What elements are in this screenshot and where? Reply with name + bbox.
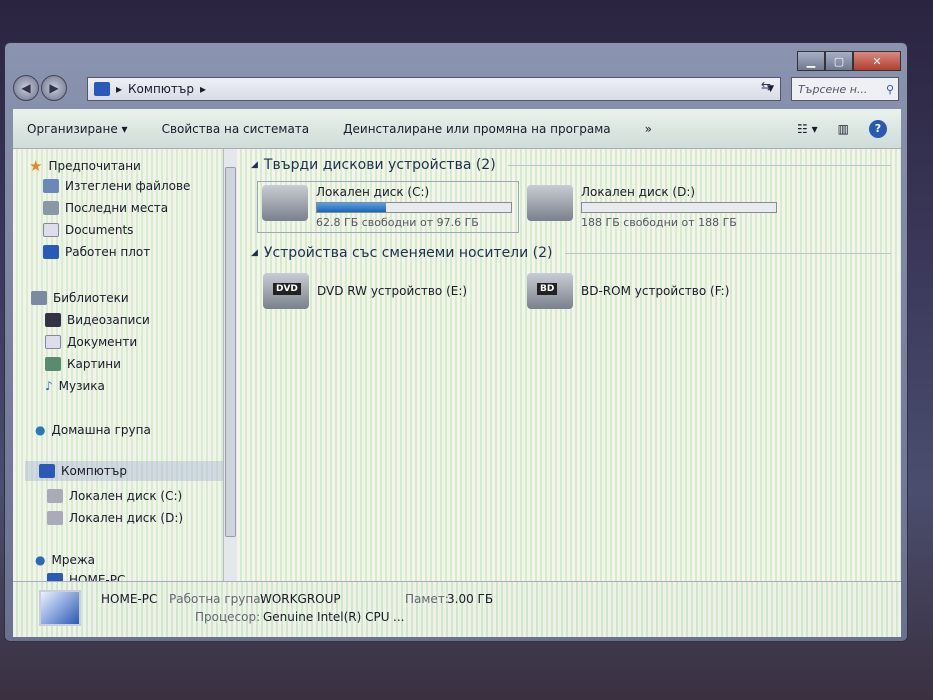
group-title: Твърди дискови устройства (2) [263,157,496,173]
drive-name: BD-ROM устройство (F:) [581,284,730,298]
drive-f[interactable]: BD BD-ROM устройство (F:) [527,273,729,309]
drive-name: Локален диск (C:) [316,185,430,199]
computer-name: HOME-PC [101,592,158,606]
documents-icon [45,335,61,349]
nav-downloads[interactable]: Изтеглени файлове [65,179,190,193]
drive-d[interactable]: Локален диск (D:) 188 ГБ свободни от 188… [527,185,777,229]
document-icon [43,223,59,237]
downloads-icon [43,179,59,193]
usage-bar [316,202,512,213]
pictures-icon [45,357,61,371]
organize-button[interactable]: Организиране ▾ [27,122,128,136]
usage-bar [581,202,777,213]
back-button[interactable]: ◀ [13,75,39,101]
nav-music[interactable]: Музика [59,379,105,393]
minimize-button[interactable]: ▁ [797,51,825,71]
dvd-drive-icon: DVD [263,273,309,309]
maximize-button[interactable]: ▢ [825,51,853,71]
desktop-icon [43,245,59,259]
nav-recent[interactable]: Последни места [65,201,168,215]
address-bar[interactable]: ▸ Компютър ▸ ▼ [87,77,781,101]
search-placeholder: Търсене н... [798,82,868,96]
nav-docs-lib[interactable]: Документи [67,335,137,349]
forward-button[interactable]: ▶ [41,75,67,101]
nav-disk-d[interactable]: Локален диск (D:) [69,511,183,525]
close-button[interactable]: ✕ [853,51,901,71]
more-button[interactable]: » [645,122,652,136]
nav-home-pc[interactable]: HOME-PC [69,573,125,581]
details-pane: HOME-PC Работна група: WORKGROUP Памет: … [13,581,901,637]
bd-drive-icon: BD [527,273,573,309]
videos-icon [45,313,61,327]
recent-places-icon [43,201,59,215]
nav-desktop[interactable]: Работен плот [65,245,150,259]
computer-icon [94,82,110,96]
nav-pictures[interactable]: Картини [67,357,121,371]
network-icon: ● [35,553,46,567]
computer-icon [39,590,81,626]
hard-drive-icon [527,185,573,221]
memory-label: Памет: [405,592,449,606]
window-controls: ▁ ▢ ✕ [797,51,901,71]
drive-icon [47,511,63,525]
pc-icon [47,573,63,581]
group-hard-drives[interactable]: ◢ Твърди дискови устройства (2) [251,157,891,173]
uninstall-program-button[interactable]: Деинсталиране или промяна на програма [343,122,611,136]
nav-libraries[interactable]: Библиотеки [53,291,129,305]
nav-videos[interactable]: Видеозаписи [67,313,150,327]
explorer-window: ▁ ▢ ✕ ◀ ▶ ▸ Компютър ▸ ▼ ⇆ Търсене н... … [4,42,908,642]
homegroup-icon: ● [35,423,46,437]
chevron-right-icon: ▸ [199,82,207,96]
refresh-icon[interactable]: ⇆ [761,79,771,93]
nav-documents[interactable]: Documents [65,223,133,237]
hard-drive-icon [262,185,308,221]
system-properties-button[interactable]: Свойства на системата [162,122,310,136]
cpu-value: Genuine Intel(R) CPU [263,610,390,624]
nav-scrollbar[interactable] [223,149,237,581]
preview-pane-icon[interactable]: ▥ [838,122,849,136]
help-icon[interactable]: ? [869,119,887,138]
workgroup-label: Работна група: [169,592,265,606]
drive-free-space: 62.8 ГБ свободни от 97.6 ГБ [316,216,479,229]
drive-name: DVD RW устройство (E:) [317,284,468,298]
music-icon: ♪ [45,379,53,393]
group-title: Устройства със сменяеми носители (2) [263,245,553,261]
search-icon[interactable]: ⚲ [886,83,894,96]
drive-e[interactable]: DVD DVD RW устройство (E:) [263,273,467,309]
collapse-icon[interactable]: ◢ [251,160,258,170]
star-icon: ★ [29,157,43,175]
search-input[interactable]: Търсене н... ⚲ [791,77,899,101]
workgroup-value: WORKGROUP [260,592,341,606]
breadcrumb-computer[interactable]: Компютър [128,82,194,96]
chevron-right-icon: ▸ [116,82,123,96]
view-options-icon[interactable]: ☷ ▾ [797,122,818,136]
nav-computer[interactable]: Компютър [61,464,127,478]
command-bar: Организиране ▾ Свойства на системата Деи… [13,109,901,149]
computer-icon [39,464,55,478]
memory-value: 3.00 ГБ [447,592,494,606]
drive-icon [47,489,63,503]
nav-favorites[interactable]: Предпочитани [48,159,140,173]
drive-c[interactable]: Локален диск (C:) 62.8 ГБ свободни от 97… [257,181,519,233]
group-removable[interactable]: ◢ Устройства със сменяеми носители (2) [251,245,891,261]
content-pane: ◢ Твърди дискови устройства (2) Локален д… [237,149,901,581]
collapse-icon[interactable]: ◢ [251,248,258,258]
navigation-pane: ★ Предпочитани Изтеглени файлове Последни… [13,149,223,581]
cpu-label: Процесор: [195,610,261,624]
drive-free-space: 188 ГБ свободни от 188 ГБ [581,216,737,229]
cpu-ellipsis: ... [393,610,405,624]
nav-disk-c[interactable]: Локален диск (C:) [69,489,182,503]
libraries-icon [31,291,47,305]
drive-name: Локален диск (D:) [581,185,696,199]
nav-network[interactable]: Мрежа [51,553,95,567]
scrollbar-thumb[interactable] [225,167,236,537]
nav-homegroup[interactable]: Домашна група [51,423,150,437]
